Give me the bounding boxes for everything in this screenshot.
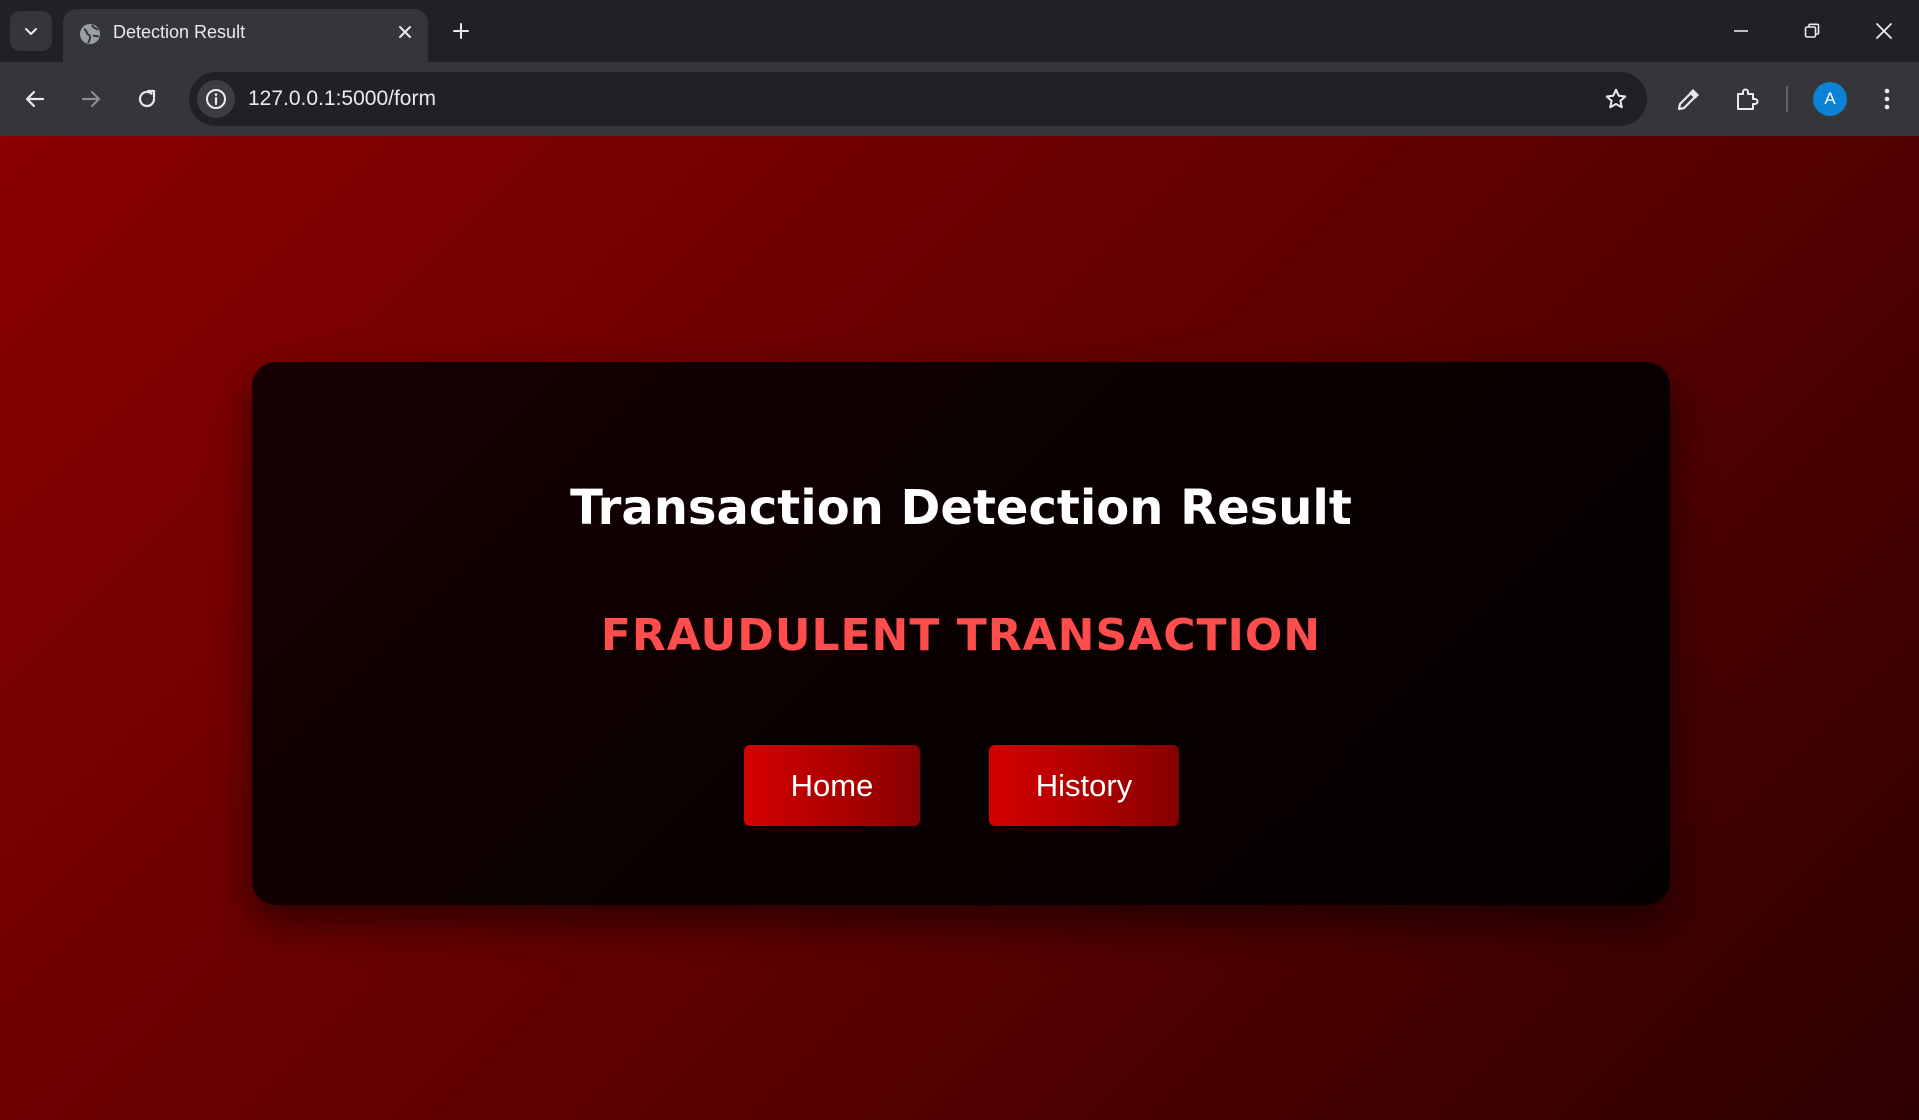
new-tab-button[interactable]	[446, 16, 476, 46]
menu-button[interactable]	[1867, 79, 1907, 119]
profile-avatar[interactable]: A	[1813, 82, 1847, 116]
reload-icon	[138, 89, 156, 108]
forward-button[interactable]	[70, 78, 112, 120]
toolbar-separator	[1786, 86, 1788, 112]
restore-icon	[1804, 23, 1820, 38]
tab-title: Detection Result	[113, 22, 246, 42]
home-button[interactable]: Home	[744, 745, 920, 826]
back-button[interactable]	[14, 78, 56, 120]
globe-icon	[80, 24, 100, 44]
bookmark-button[interactable]	[1601, 84, 1631, 114]
close-icon	[1876, 23, 1892, 39]
result-status: FRAUDULENT TRANSACTION	[600, 610, 1322, 661]
arrow-right-icon	[81, 90, 101, 108]
address-bar[interactable]: 127.0.0.1:5000/form	[189, 72, 1647, 126]
extensions-button[interactable]	[1727, 79, 1767, 119]
minimize-button[interactable]	[1718, 10, 1764, 52]
tab-search-button[interactable]	[10, 11, 52, 51]
page-viewport: Transaction Detection Result FRAUDULENT …	[0, 136, 1919, 1120]
browser-tab-active[interactable]: Detection Result	[63, 9, 428, 62]
history-button[interactable]: History	[989, 745, 1179, 826]
eyedropper-icon	[1677, 89, 1699, 111]
browser-toolbar: 127.0.0.1:5000/form A	[0, 62, 1919, 136]
star-icon	[1605, 88, 1627, 109]
puzzle-icon	[1737, 88, 1759, 110]
close-window-button[interactable]	[1861, 10, 1907, 52]
eyedropper-extension-button[interactable]	[1669, 79, 1709, 119]
plus-icon	[453, 23, 469, 39]
minimize-icon	[1734, 30, 1748, 32]
reload-button[interactable]	[126, 78, 168, 120]
page-title: Transaction Detection Result	[570, 480, 1352, 536]
arrow-left-icon	[25, 90, 45, 108]
close-icon	[399, 26, 411, 38]
tab-strip: Detection Result	[0, 0, 1919, 62]
info-icon	[206, 89, 226, 109]
tab-close-button[interactable]	[392, 19, 418, 45]
url-text[interactable]: 127.0.0.1:5000/form	[248, 72, 436, 126]
restore-button[interactable]	[1789, 10, 1835, 52]
more-vertical-icon	[1884, 88, 1890, 110]
chevron-down-icon	[25, 28, 37, 35]
result-card: Transaction Detection Result FRAUDULENT …	[252, 362, 1670, 905]
site-info-button[interactable]	[197, 80, 235, 118]
